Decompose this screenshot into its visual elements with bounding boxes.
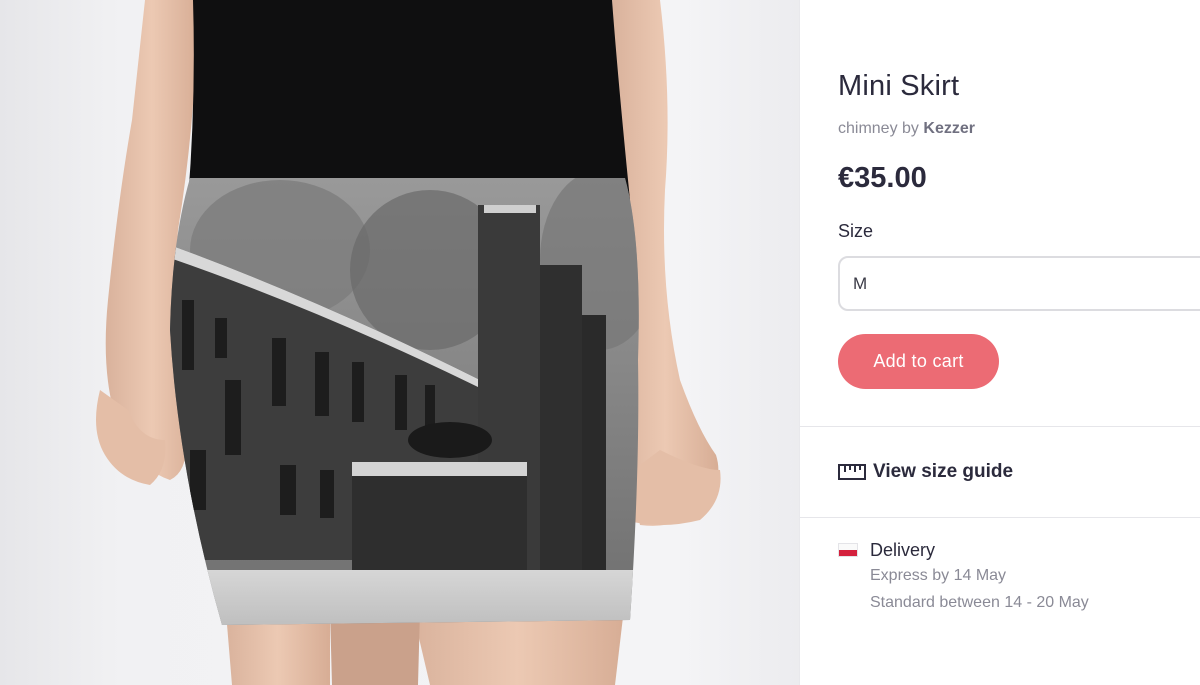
delivery-title: Delivery <box>870 540 936 560</box>
design-name[interactable]: chimney <box>838 120 898 137</box>
product-info-panel: Mini Skirt chimney by Kezzer €35.00 Size… <box>838 0 1200 685</box>
ruler-icon <box>838 464 866 480</box>
product-price: €35.00 <box>838 162 927 194</box>
product-byline: chimney by Kezzer <box>838 120 975 138</box>
size-select[interactable]: M <box>838 256 1200 311</box>
view-size-guide-link[interactable]: View size guide <box>838 459 1013 485</box>
product-photo <box>96 0 721 685</box>
add-to-cart-button[interactable]: Add to cart <box>838 334 999 389</box>
artist-link[interactable]: Kezzer <box>923 120 975 137</box>
section-divider <box>800 426 1200 427</box>
poland-flag-icon <box>838 543 858 557</box>
product-title: Mini Skirt <box>838 70 960 102</box>
by-word: by <box>902 120 919 137</box>
delivery-express: Express by 14 May <box>870 567 1007 584</box>
size-label: Size <box>838 221 874 241</box>
section-divider <box>800 517 1200 518</box>
product-image[interactable] <box>0 0 800 685</box>
size-guide-label: View size guide <box>873 461 1014 482</box>
delivery-standard: Standard between 14 - 20 May <box>870 594 1089 611</box>
panel-divider <box>799 0 800 685</box>
